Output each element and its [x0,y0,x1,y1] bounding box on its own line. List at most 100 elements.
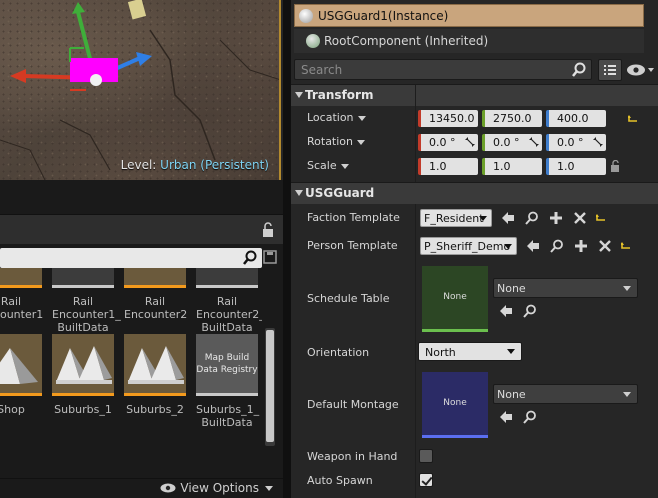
level-map-icon [128,346,184,384]
rotation-y-field[interactable]: 0.0 ° [482,134,542,151]
chevron-down-icon [357,139,366,145]
schedule-table-dropdown[interactable]: None [493,278,638,298]
asset-thumbnail [124,268,186,288]
view-options-button[interactable]: View Options [160,481,273,495]
asset-tile[interactable]: Suburbs_2 [124,334,186,416]
browse-search-icon[interactable] [523,304,537,318]
asset-tile[interactable]: Rail Encounter2_ BuiltData [196,268,262,334]
chevron-down-icon [479,216,487,221]
rotation-label[interactable]: Rotation [307,135,366,148]
asset-search-input[interactable] [0,248,262,268]
rotation-row: Rotation 0.0 ° 0.0 ° 0.0 ° [291,132,653,154]
level-map-icon [0,348,38,384]
view-options-label: View Options [180,481,259,495]
transform-category-header[interactable]: Transform [291,84,658,106]
asset-label: Rail Encounter2 [124,295,188,321]
level-name[interactable]: Urban (Persistent) [160,158,269,172]
weapon-in-hand-checkbox[interactable] [419,449,433,463]
schedule-table-thumbnail[interactable]: None [422,266,488,332]
scrollbar-thumb[interactable] [266,330,274,442]
asset-tile-grid: Rail Encounter1 Rail Encounter1_ BuiltDa… [0,268,262,478]
reset-to-default-icon[interactable] [621,242,631,250]
asset-tile[interactable]: Rail Encounter1_ BuiltData [52,268,121,334]
person-template-dropdown[interactable]: P_Sheriff_Demo [420,237,517,255]
auto-spawn-label: Auto Spawn [307,474,373,487]
content-browser-header [0,214,283,244]
location-y-field[interactable]: 2750.0 [482,110,542,127]
asset-tile[interactable]: Suburbs_1 [52,334,114,416]
thumbnail-caption: Map Build Data Registry [196,353,258,375]
asset-tile[interactable]: Rail Encounter1 [0,268,43,321]
reset-to-default-icon[interactable] [596,214,606,222]
use-selected-arrow-icon[interactable] [526,239,540,253]
use-selected-arrow-icon[interactable] [499,304,513,318]
browse-search-icon[interactable] [525,211,539,225]
browse-search-icon[interactable] [523,410,537,424]
location-label[interactable]: Location [307,111,366,124]
weapon-in-hand-label: Weapon in Hand [307,450,398,463]
collapse-arrow-icon [295,190,303,196]
schedule-table-label: Schedule Table [307,292,390,305]
default-montage-row: Default Montage None None [291,368,653,442]
orientation-label: Orientation [307,346,370,359]
root-component-row[interactable]: RootComponent (Inherited) [294,29,644,53]
auto-spawn-checkbox[interactable] [419,473,433,487]
asset-tile[interactable]: Rail Encounter2 [124,268,188,321]
spin-arrows-icon [465,137,475,147]
chevron-down-icon [504,244,512,249]
faction-template-label: Faction Template [307,211,400,224]
faction-template-dropdown[interactable]: F_Resident [420,209,492,227]
content-browser-footer: View Options [0,478,283,498]
property-matrix-button[interactable] [598,59,622,81]
asset-tile[interactable]: Map Build Data Registry Suburbs_1_ Built… [196,334,259,429]
scale-x-field[interactable]: 1.0 [418,158,478,175]
search-icon[interactable] [242,250,258,266]
orientation-dropdown[interactable]: North [418,342,522,361]
rotation-y-value: 0.0 ° [493,136,520,149]
chevron-down-icon [623,392,631,397]
thumbnail-caption: None [443,292,467,302]
use-selected-arrow-icon[interactable] [499,410,513,424]
panel-splitter[interactable] [283,0,291,498]
category-title: Transform [305,88,374,102]
search-icon[interactable] [571,62,587,78]
default-montage-dropdown[interactable]: None [493,384,638,404]
rotation-x-value: 0.0 ° [429,136,456,149]
add-icon[interactable] [574,239,588,253]
asset-grid-scrollbar[interactable] [265,328,275,446]
location-x-field[interactable]: 13450.0 [418,110,478,127]
scale-z-field[interactable]: 1.0 [546,158,606,175]
level-viewport[interactable]: Level: Urban (Persistent) [0,0,281,180]
person-template-label: Person Template [307,239,398,252]
rotation-x-field[interactable]: 0.0 ° [418,134,478,151]
scale-y-field[interactable]: 1.0 [482,158,542,175]
use-selected-arrow-icon[interactable] [501,211,515,225]
reset-to-default-icon[interactable] [628,115,638,123]
add-icon[interactable] [549,211,563,225]
details-search-input[interactable] [301,62,561,77]
level-map-icon [56,346,112,384]
chevron-down-icon [357,115,366,121]
usgguard-category-header[interactable]: USGGuard [291,182,658,204]
default-montage-thumbnail[interactable]: None [422,372,488,438]
rotation-z-value: 0.0 ° [557,136,584,149]
clear-icon[interactable] [573,211,587,225]
lock-icon[interactable] [261,222,275,238]
location-z-field[interactable]: 400.0 [546,110,606,127]
save-search-icon[interactable] [263,250,277,264]
unlock-icon[interactable] [610,160,620,172]
scale-label[interactable]: Scale [307,159,349,172]
translate-gizmo[interactable] [0,0,160,100]
asset-tile[interactable]: Shop [0,334,42,416]
details-panel: USGGuard1(Instance) RootComponent (Inher… [291,0,658,498]
selected-actor-row[interactable]: USGGuard1(Instance) [294,4,644,27]
auto-spawn-row: Auto Spawn [291,470,653,492]
clear-icon[interactable] [598,239,612,253]
rotation-z-field[interactable]: 0.0 ° [546,134,606,151]
level-map-thumbnail [124,334,186,396]
selected-actor-name: USGGuard1(Instance) [318,9,449,23]
person-template-value: P_Sheriff_Demo [424,240,511,253]
browse-search-icon[interactable] [550,239,564,253]
person-template-row: Person Template P_Sheriff_Demo [291,234,653,258]
visibility-options-button[interactable] [625,61,655,79]
